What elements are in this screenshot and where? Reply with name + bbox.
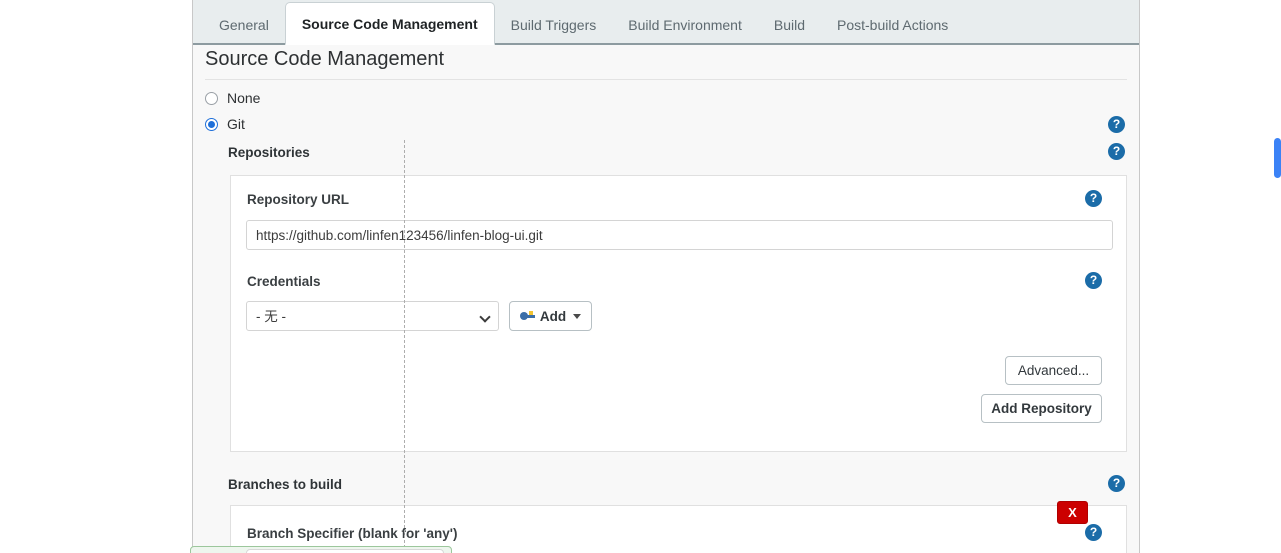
- repository-url-input[interactable]: [246, 220, 1113, 250]
- add-credentials-label: Add: [539, 308, 567, 324]
- tab-post-build-actions[interactable]: Post-build Actions: [821, 7, 964, 43]
- help-icon-credentials[interactable]: ?: [1085, 272, 1102, 289]
- section-header: Source Code Management: [205, 48, 1127, 80]
- jenkins-job-config-page: General Source Code Management Build Tri…: [0, 0, 1281, 553]
- repository-panel: Repository URL ? Credentials ? - 无 - Add…: [230, 175, 1127, 452]
- branch-specifier-label: Branch Specifier (blank for 'any'): [247, 526, 458, 541]
- key-icon: [519, 311, 535, 321]
- scm-option-git-label: Git: [227, 116, 245, 132]
- tab-build[interactable]: Build: [758, 7, 821, 43]
- radio-git[interactable]: [205, 117, 218, 131]
- delete-branch-button[interactable]: X: [1057, 501, 1088, 524]
- tab-general[interactable]: General: [203, 7, 285, 43]
- branch-specifier-input-peek[interactable]: [246, 549, 444, 553]
- scm-option-git[interactable]: Git: [205, 116, 245, 132]
- branches-group-label: Branches to build: [228, 477, 343, 492]
- add-repository-button[interactable]: Add Repository: [981, 394, 1102, 423]
- help-icon-git[interactable]: ?: [1108, 116, 1125, 133]
- add-credentials-button[interactable]: Add: [509, 301, 592, 331]
- credentials-select[interactable]: - 无 -: [246, 301, 499, 331]
- help-icon-repository-url[interactable]: ?: [1085, 190, 1102, 207]
- right-pane: [1141, 0, 1281, 553]
- tab-build-triggers[interactable]: Build Triggers: [495, 7, 613, 43]
- advanced-button[interactable]: Advanced...: [1005, 356, 1102, 385]
- config-tabbar: General Source Code Management Build Tri…: [193, 0, 1139, 45]
- radio-none[interactable]: [205, 91, 218, 105]
- help-icon-branch-specifier[interactable]: ?: [1085, 524, 1102, 541]
- help-icon-branches[interactable]: ?: [1108, 475, 1125, 492]
- help-icon-repositories[interactable]: ?: [1108, 143, 1125, 160]
- credentials-label: Credentials: [247, 274, 321, 289]
- scm-option-none-label: None: [227, 90, 261, 106]
- tab-build-environment[interactable]: Build Environment: [612, 7, 758, 43]
- repositories-group-label: Repositories: [228, 145, 310, 160]
- caret-down-icon: [573, 313, 582, 319]
- tab-source-code-management[interactable]: Source Code Management: [284, 2, 495, 45]
- scm-option-none[interactable]: None: [205, 90, 260, 106]
- credentials-select-wrapper: - 无 -: [246, 301, 499, 331]
- page-scrollbar-thumb[interactable]: [1274, 138, 1281, 178]
- page-title: Source Code Management: [205, 48, 445, 70]
- git-section-guide-line: [404, 140, 405, 553]
- content-column: General Source Code Management Build Tri…: [192, 0, 1140, 553]
- section-divider: [205, 79, 1127, 80]
- repository-url-label: Repository URL: [247, 192, 350, 207]
